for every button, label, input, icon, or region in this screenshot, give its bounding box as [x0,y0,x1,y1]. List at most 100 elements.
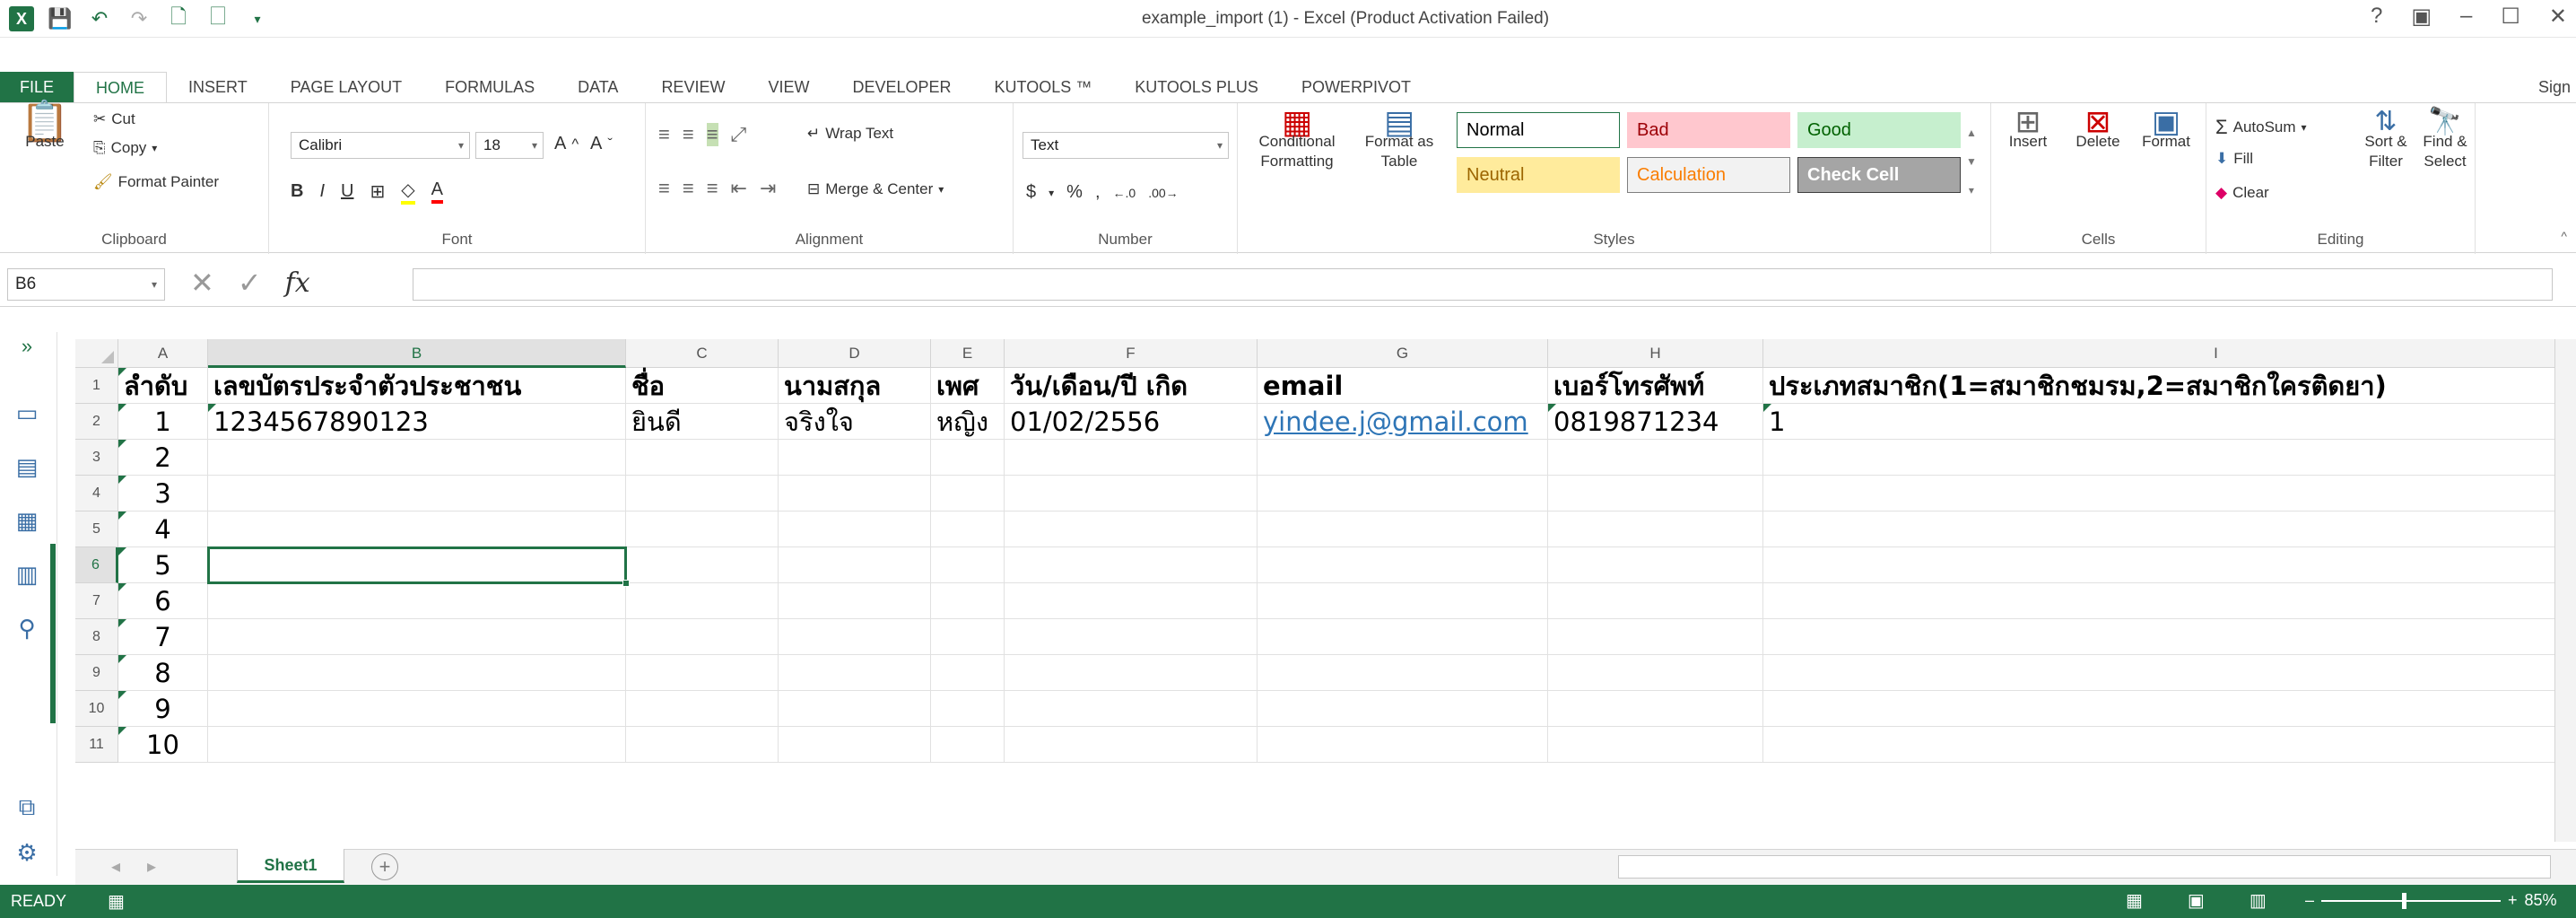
cell-a8[interactable]: 7 [118,619,208,655]
format-as-table-button[interactable]: ▤ Format as Table [1354,106,1444,171]
cell-g2[interactable]: yindee.j@gmail.com [1258,404,1548,440]
cell-c10[interactable] [626,691,779,727]
redo-icon[interactable]: ↷ [126,5,152,32]
cell-f1[interactable]: วัน/เดือน/ปี เกิด [1005,368,1258,404]
cell-i11[interactable] [1763,727,2576,763]
cell-d10[interactable] [779,691,931,727]
horizontal-scrollbar[interactable] [1618,855,2551,879]
cell-h2[interactable]: 0819871234 [1548,404,1763,440]
cell-f11[interactable] [1005,727,1258,763]
number-format-select[interactable]: Text ▾ [1023,132,1229,159]
cell-d7[interactable] [779,583,931,619]
tab-developer[interactable]: DEVELOPER [831,72,972,102]
column-header-c[interactable]: C [626,339,779,368]
cell-h7[interactable] [1548,583,1763,619]
underline-button[interactable]: U [341,181,353,202]
cell-e3[interactable] [931,440,1005,476]
cell-c4[interactable] [626,476,779,511]
cell-c9[interactable] [626,655,779,691]
paste-button[interactable]: 📋 Paste [18,102,72,152]
macro-record-icon[interactable]: ▦ [108,890,125,913]
cell-a7[interactable]: 6 [118,583,208,619]
cell-g10[interactable] [1258,691,1548,727]
cell-i10[interactable] [1763,691,2576,727]
tab-view[interactable]: VIEW [746,72,831,102]
comma-button[interactable]: , [1095,182,1101,203]
clear-button[interactable]: ◆ Clear [2215,184,2269,202]
middle-align-icon[interactable]: ≡ [683,123,694,146]
prev-sheet-icon[interactable]: ◂ [111,855,120,878]
cell-b2[interactable]: 1234567890123 [208,404,626,440]
wrap-text-button[interactable]: ↵ Wrap Text [807,125,893,143]
cell-a11[interactable]: 10 [118,727,208,763]
sign-in-link[interactable]: Sign [2538,72,2571,102]
column-header-g[interactable]: G [1258,339,1548,368]
cell-g4[interactable] [1258,476,1548,511]
tab-file[interactable]: FILE [0,72,74,102]
row-header-10[interactable]: 10 [75,691,118,727]
border-icon[interactable]: ⊞ [370,180,385,203]
zoom-level[interactable]: 85% [2525,891,2557,910]
column-header-i[interactable]: I [1763,339,2576,368]
cell-b4[interactable] [208,476,626,511]
cell-f4[interactable] [1005,476,1258,511]
cut-button[interactable]: ✂ Cut [93,110,135,128]
cell-b9[interactable] [208,655,626,691]
zoom-out-icon[interactable]: – [2305,891,2314,910]
save-icon[interactable]: 💾 [47,5,74,32]
close-icon[interactable]: ✕ [2549,4,2567,30]
cell-b11[interactable] [208,727,626,763]
style-bad[interactable]: Bad [1627,112,1790,148]
cell-i5[interactable] [1763,511,2576,547]
cell-g3[interactable] [1258,440,1548,476]
cell-d6[interactable] [779,547,931,583]
cell-h3[interactable] [1548,440,1763,476]
column-header-a[interactable]: A [118,339,208,368]
format-cells-button[interactable]: ▣ Format [2135,107,2197,152]
help-icon[interactable]: ? [2371,4,2382,30]
fill-color-icon[interactable]: ◇ [401,179,415,205]
undo-icon[interactable]: ↶ [86,5,113,32]
tab-powerpivot[interactable]: POWERPIVOT [1280,72,1432,102]
cell-i1[interactable]: ประเภทสมาชิก(1=สมาชิกชมรม,2=สมาชิกใครติด… [1763,368,2576,404]
maximize-icon[interactable]: ☐ [2501,4,2520,30]
cell-d5[interactable] [779,511,931,547]
cell-h6[interactable] [1548,547,1763,583]
tab-data[interactable]: DATA [556,72,640,102]
cell-a5[interactable]: 4 [118,511,208,547]
cell-c2[interactable]: ยินดี [626,404,779,440]
cell-c8[interactable] [626,619,779,655]
column-header-b[interactable]: B [208,339,626,368]
name-box[interactable]: B6 ▾ [7,268,165,301]
enter-icon[interactable]: ✓ [238,266,262,300]
autosum-button[interactable]: Σ AutoSum ▾ [2215,116,2307,139]
font-color-icon[interactable]: A [431,179,443,204]
row-header-7[interactable]: 7 [75,583,118,619]
settings-gear-icon[interactable]: ⚙ [9,835,45,870]
row-header-3[interactable]: 3 [75,440,118,476]
cell-g1[interactable]: email [1258,368,1548,404]
cell-f6[interactable] [1005,547,1258,583]
add-sheet-icon[interactable]: + [371,853,398,880]
cell-e9[interactable] [931,655,1005,691]
row-header-1[interactable]: 1 [75,368,118,404]
cell-d8[interactable] [779,619,931,655]
tab-kutools[interactable]: KUTOOLS ™ [973,72,1114,102]
cell-h11[interactable] [1548,727,1763,763]
cell-c1[interactable]: ชื่อ [626,368,779,404]
cell-a9[interactable]: 8 [118,655,208,691]
column-header-f[interactable]: F [1005,339,1258,368]
italic-button[interactable]: I [319,181,325,202]
cell-g7[interactable] [1258,583,1548,619]
zoom-in-icon[interactable]: + [2508,891,2518,910]
cell-e2[interactable]: หญิง [931,404,1005,440]
styles-scroll[interactable]: ▲ ▼ ▾ [1966,127,1977,197]
cell-g6[interactable] [1258,547,1548,583]
cell-e4[interactable] [931,476,1005,511]
cell-a10[interactable]: 9 [118,691,208,727]
cell-b10[interactable] [208,691,626,727]
cell-i3[interactable] [1763,440,2576,476]
cell-g8[interactable] [1258,619,1548,655]
cell-d11[interactable] [779,727,931,763]
cell-a3[interactable]: 2 [118,440,208,476]
